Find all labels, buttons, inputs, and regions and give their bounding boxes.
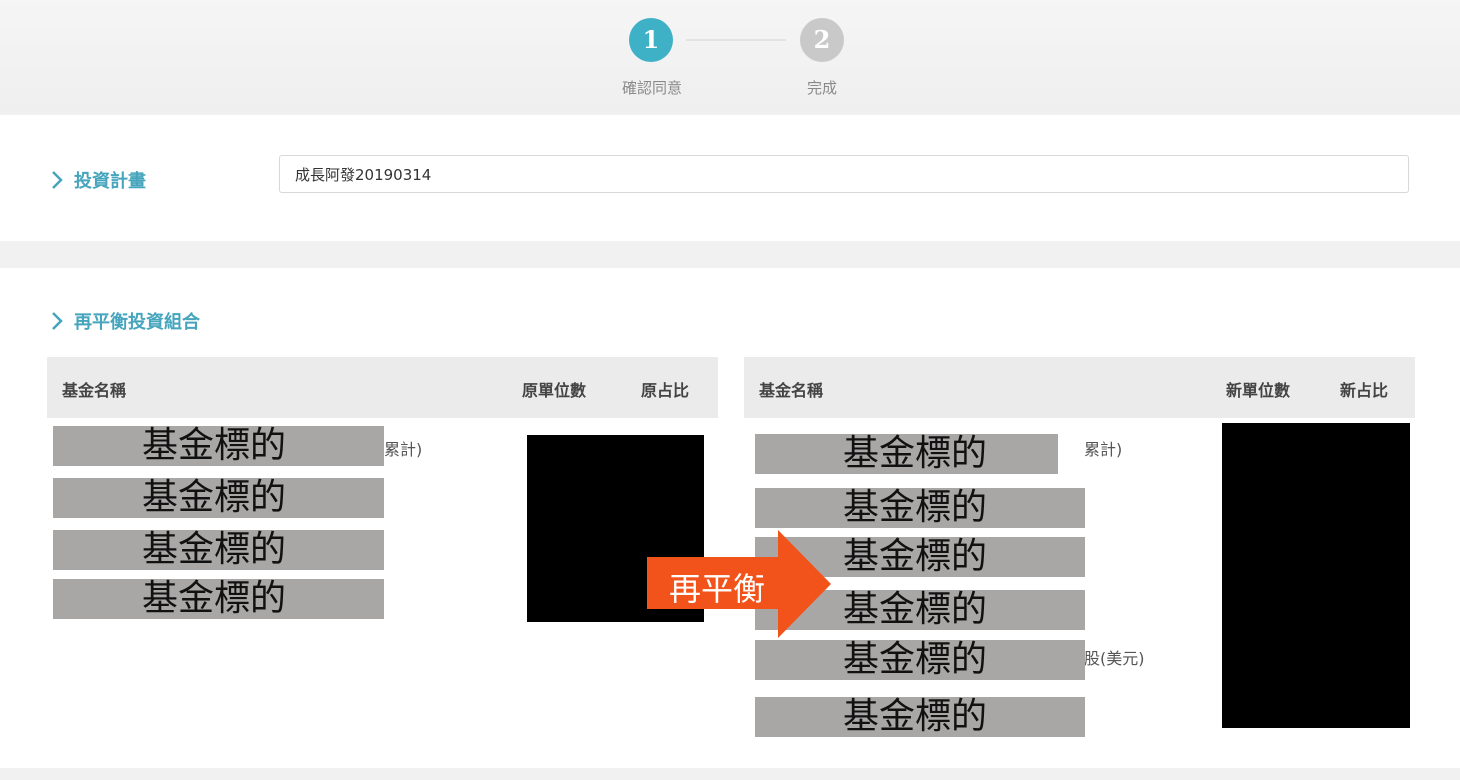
plan-section-title: 投資計畫 [48,167,146,193]
rebalance-arrow-label: 再平衡 [669,570,766,608]
rebalance-arrow: 再平衡 [647,530,831,638]
new-fund-row: 基金標的 [755,434,1058,474]
fund-name-fragment: 累計) [384,440,423,459]
step-2-label: 完成 [806,79,837,97]
new-table-header: 基金名稱 新單位數 新占比 [744,357,1415,418]
rebalance-section-title: 再平衡投資組合 [48,308,200,334]
step-1-circle: 1 [629,18,673,62]
original-fund-row: 基金標的 [53,426,384,466]
step-1-label: 確認同意 [621,79,682,97]
original-fund-row: 基金標的 [53,478,384,518]
original-fund-row: 基金標的 [53,579,384,619]
new-header-name: 基金名稱 [759,381,824,400]
original-fund-row: 基金標的 [53,530,384,570]
new-fund-row: 基金標的 [755,640,1085,680]
new-fund-row: 基金標的 [755,488,1085,528]
rebalance-title: 再平衡投資組合 [74,312,200,333]
step-indicator: 1 2 確認同意 完成 [0,0,1460,112]
step-2-circle: 2 [800,18,844,62]
plan-title: 投資計畫 [74,171,146,192]
fund-name-fragment: 累計) [1084,440,1123,459]
new-values-redaction [1222,423,1410,728]
step-connector [686,39,786,41]
original-header-ratio: 原占比 [641,381,690,400]
new-header-units: 新單位數 [1226,381,1291,400]
new-fund-row: 基金標的 [755,697,1085,737]
original-table-header: 基金名稱 原單位數 原占比 [47,357,718,418]
fund-name-fragment: 股(美元) [1084,649,1145,668]
chevron-right-icon [52,312,63,330]
original-header-units: 原單位數 [522,381,587,400]
new-header-ratio: 新占比 [1340,381,1389,400]
chevron-right-icon [52,171,63,189]
plan-name-field[interactable] [279,155,1409,193]
original-header-name: 基金名稱 [62,381,127,400]
